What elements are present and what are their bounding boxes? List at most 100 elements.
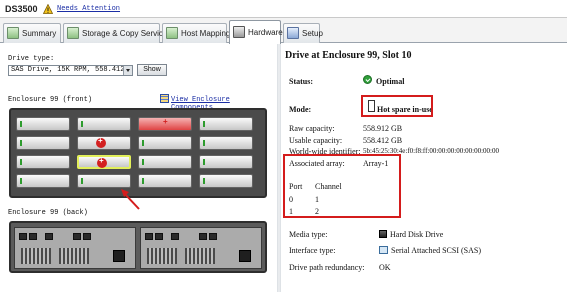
- port-icon: [29, 233, 37, 240]
- warning-icon: [43, 4, 53, 14]
- tab-host-mappings[interactable]: Host Mappings: [162, 23, 234, 43]
- usable-capacity-value: 558.412 GB: [363, 136, 403, 145]
- needs-attention-link[interactable]: Needs Attention: [57, 5, 120, 13]
- status-led: [142, 178, 144, 184]
- drive-bay-hot-spare[interactable]: [77, 136, 131, 150]
- tab-label: Hardware: [248, 28, 283, 37]
- vent-icon: [147, 248, 177, 264]
- sas-interface-icon: [379, 246, 388, 254]
- status-led: [20, 140, 22, 146]
- hardware-view-pane: Drive type: SAS Drive, 15K RPM, 558.412 …: [0, 44, 276, 292]
- port-icon: [83, 233, 91, 240]
- status-led: [203, 178, 205, 184]
- tab-storage-copy-services[interactable]: Storage & Copy Services: [63, 23, 171, 43]
- port-value: 1: [289, 207, 293, 216]
- status-led: [20, 159, 22, 165]
- mode-label: Mode:: [289, 105, 312, 114]
- drive-bay[interactable]: [199, 117, 253, 131]
- app-title: DS3500: [5, 4, 38, 14]
- chevron-down-icon[interactable]: [123, 66, 132, 75]
- details-title: Drive at Enclosure 99, Slot 10: [285, 50, 412, 61]
- tab-label: Storage & Copy Services: [82, 29, 172, 38]
- drive-bay[interactable]: [77, 117, 131, 131]
- status-led: [142, 159, 144, 165]
- status-led: [81, 121, 83, 127]
- mode-highlight-box: [361, 95, 433, 117]
- port-value: 0: [289, 195, 293, 204]
- enclosure-back-label: Enclosure 99 (back): [8, 209, 88, 217]
- summary-icon: [7, 27, 19, 39]
- drive-bay[interactable]: [199, 155, 253, 169]
- hot-spare-icon: [96, 136, 106, 148]
- drive-details-pane: Drive at Enclosure 99, Slot 10 Status: O…: [281, 44, 567, 292]
- status-label: Status:: [289, 77, 314, 86]
- interface-type-value: Serial Attached SCSI (SAS): [391, 246, 481, 255]
- tab-summary[interactable]: Summary: [3, 23, 61, 43]
- controller-module[interactable]: [140, 227, 262, 269]
- status-led: [203, 159, 205, 165]
- usable-capacity-label: Usable capacity:: [289, 136, 343, 145]
- tab-hardware[interactable]: Hardware: [229, 20, 283, 44]
- top-bar: DS3500 Needs Attention: [0, 0, 567, 18]
- drive-bay[interactable]: [138, 174, 192, 188]
- status-led: [142, 140, 144, 146]
- drive-bay[interactable]: [138, 155, 192, 169]
- controller-module[interactable]: [14, 227, 136, 269]
- port-icon: [145, 233, 153, 240]
- drive-bay[interactable]: [138, 136, 192, 150]
- port-icon: [209, 233, 217, 240]
- enclosure-back: [9, 221, 267, 273]
- hard-disk-icon: [379, 230, 387, 238]
- drive-bay[interactable]: [77, 174, 131, 188]
- port-icon: [45, 233, 53, 240]
- path-redundancy-value: OK: [379, 263, 391, 272]
- tab-bar: Summary Storage & Copy Services Host Map…: [0, 18, 567, 44]
- enclosure-front: [9, 108, 267, 198]
- raw-capacity-value: 558.912 GB: [363, 124, 403, 133]
- status-led: [203, 140, 205, 146]
- media-type-value: Hard Disk Drive: [390, 230, 444, 239]
- hardware-icon: [233, 26, 245, 38]
- channel-value: 2: [315, 207, 319, 216]
- associated-array-value: Array-1: [363, 159, 389, 168]
- storage-icon: [67, 27, 79, 39]
- port-icon: [199, 233, 207, 240]
- drive-bay[interactable]: [16, 136, 70, 150]
- setup-icon: [287, 27, 299, 39]
- drive-bay-selected[interactable]: [77, 155, 131, 169]
- hot-spare-icon: [97, 156, 107, 168]
- optimal-status-icon: [363, 75, 372, 84]
- tab-label: Summary: [22, 29, 57, 38]
- drive-type-value: SAS Drive, 15K RPM, 558.412 GB: [11, 66, 133, 74]
- vent-icon: [59, 248, 89, 264]
- failed-drive-icon: [161, 117, 171, 129]
- port-header: Port: [289, 182, 303, 191]
- port-icon: [19, 233, 27, 240]
- drive-bay[interactable]: [199, 136, 253, 150]
- tab-setup[interactable]: Setup: [283, 23, 323, 43]
- drive-bay-failed[interactable]: [138, 117, 192, 131]
- host-mappings-icon: [166, 27, 178, 39]
- pointer-arrow-icon: [121, 189, 140, 210]
- drive-bay[interactable]: [16, 174, 70, 188]
- enclosure-front-label: Enclosure 99 (front): [8, 96, 93, 104]
- channel-header: Channel: [315, 182, 342, 191]
- raw-capacity-label: Raw capacity:: [289, 124, 335, 133]
- associated-array-label: Associated array:: [289, 159, 345, 168]
- status-led: [20, 178, 22, 184]
- drive-bay[interactable]: [16, 117, 70, 131]
- interface-type-label: Interface type:: [289, 246, 336, 255]
- drive-bay[interactable]: [199, 174, 253, 188]
- vent-icon: [185, 248, 215, 264]
- status-value: Optimal: [376, 77, 405, 86]
- drive-bay[interactable]: [16, 155, 70, 169]
- port-icon: [73, 233, 81, 240]
- enclosure-components-icon[interactable]: [160, 94, 169, 103]
- power-socket-icon: [113, 250, 125, 262]
- show-button[interactable]: Show: [137, 64, 167, 76]
- tab-label: Host Mappings: [181, 29, 235, 38]
- path-redundancy-label: Drive path redundancy:: [289, 263, 365, 272]
- drive-type-select[interactable]: SAS Drive, 15K RPM, 558.412 GB: [8, 65, 133, 76]
- drive-type-label: Drive type:: [8, 55, 55, 63]
- port-icon: [155, 233, 163, 240]
